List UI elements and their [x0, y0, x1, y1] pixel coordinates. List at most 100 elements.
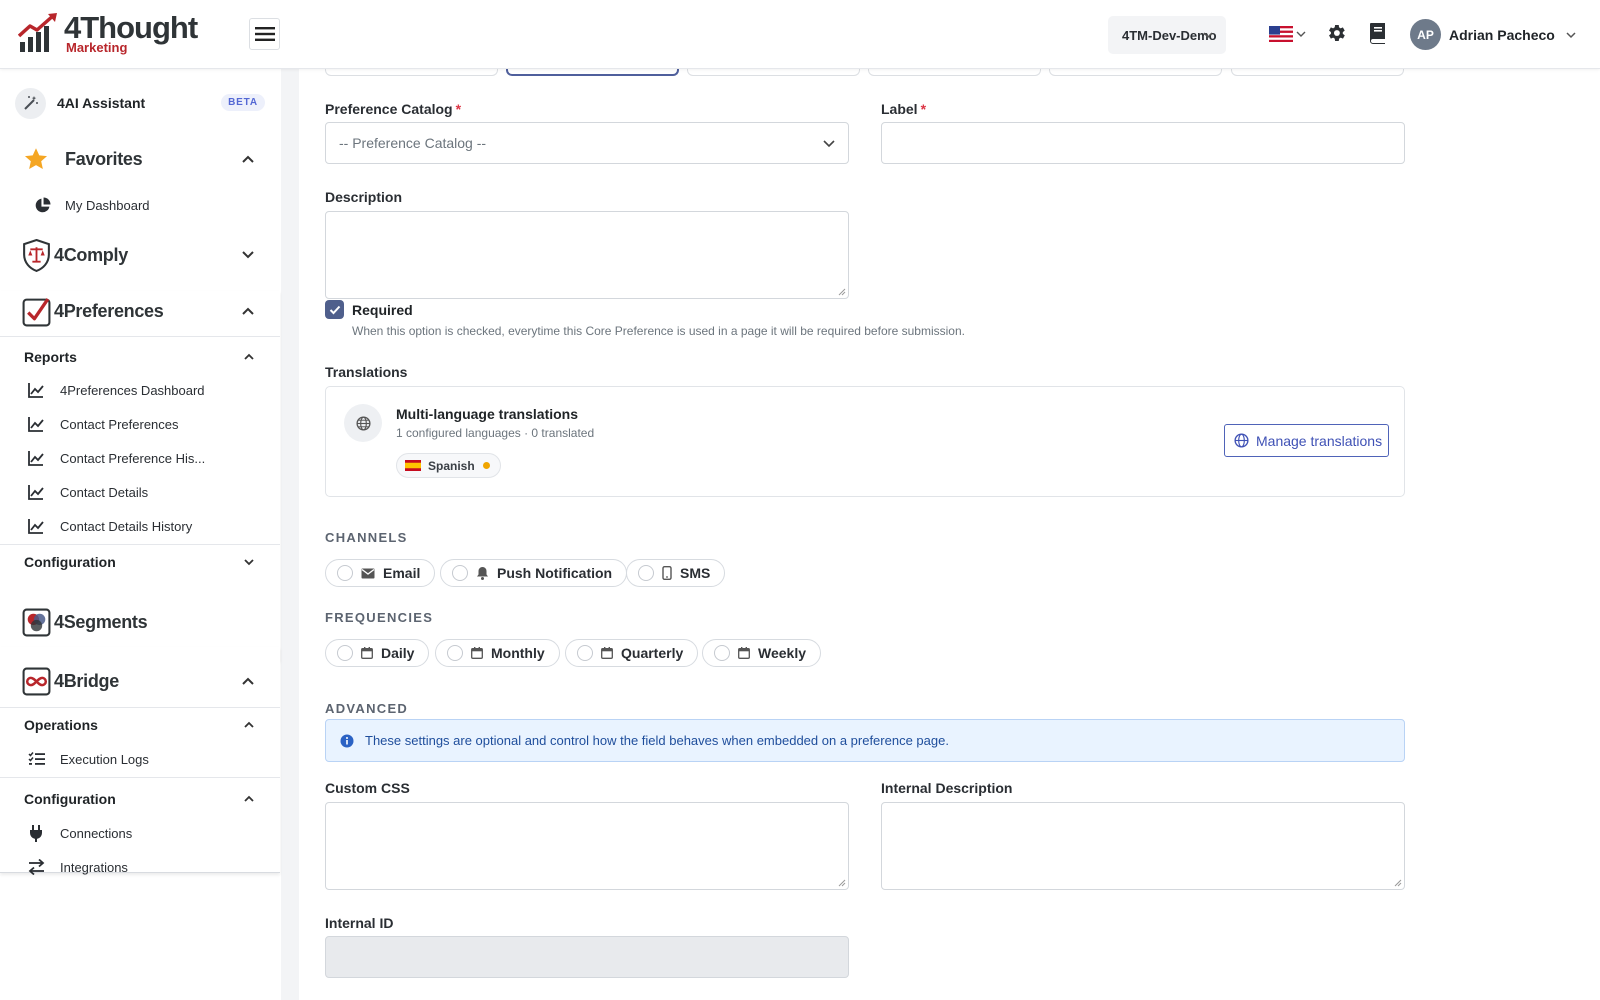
sidebar-item-label: Contact Preference His...: [60, 450, 206, 466]
chevron-up-icon: [244, 721, 254, 728]
spain-flag-icon: [405, 460, 421, 471]
list-check-icon: [28, 752, 45, 765]
frequency-daily-option[interactable]: Daily: [325, 639, 430, 667]
globe-icon: [1234, 433, 1249, 448]
line-chart-icon: [28, 519, 44, 534]
radio-button[interactable]: [638, 565, 654, 581]
sidebar-item-contact-details-history[interactable]: Contact Details History: [0, 514, 280, 538]
sidebar-item-label: Execution Logs: [60, 751, 149, 767]
sidebar-group-configuration[interactable]: Configuration: [0, 547, 280, 577]
chevron-up-icon: [244, 353, 254, 360]
radio-button[interactable]: [577, 645, 593, 661]
translations-label: Translations: [325, 364, 408, 380]
radio-button[interactable]: [337, 565, 353, 581]
calendar-icon: [471, 647, 483, 659]
channels-heading: CHANNELS: [325, 530, 408, 545]
language-chip-spanish[interactable]: Spanish: [396, 453, 501, 478]
bell-icon: [477, 567, 488, 580]
language-select[interactable]: [1269, 26, 1306, 42]
check-icon: [329, 305, 340, 314]
sidebar-item-4preferences-dashboard[interactable]: 4Preferences Dashboard: [0, 378, 280, 402]
calendar-icon: [361, 647, 373, 659]
radio-button[interactable]: [452, 565, 468, 581]
menu-toggle-button[interactable]: [249, 18, 280, 50]
frequency-quarterly-option[interactable]: Quarterly: [565, 639, 699, 667]
arrows-exchange-icon: [28, 859, 45, 875]
label-input[interactable]: [881, 122, 1405, 164]
language-chip-label: Spanish: [428, 458, 475, 473]
sidebar-item-integrations[interactable]: Integrations: [0, 855, 280, 879]
sidebar-item-execution-logs[interactable]: Execution Logs: [0, 747, 280, 771]
sidebar-item-label: Contact Details History: [60, 518, 193, 534]
sidebar-section-4segments[interactable]: 4Segments: [0, 603, 280, 641]
chevron-up-icon: [244, 795, 254, 802]
pie-chart-icon: [35, 197, 51, 212]
info-circle-icon: [340, 734, 354, 747]
frequency-label: Monthly: [491, 645, 545, 661]
sidebar-section-4preferences[interactable]: 4Preferences: [0, 293, 280, 329]
environment-select[interactable]: 4TM-Dev-Demo: [1108, 16, 1226, 54]
reports-label: Reports: [24, 349, 77, 365]
sidebar-item-label: Contact Preferences: [60, 416, 179, 432]
line-chart-icon: [28, 383, 44, 398]
configuration-label: Configuration: [24, 791, 116, 807]
configuration-label: Configuration: [24, 554, 116, 570]
sidebar-item-label: Contact Details: [60, 484, 149, 500]
custom-css-textarea[interactable]: [325, 802, 849, 890]
channel-sms-option[interactable]: SMS: [626, 559, 726, 587]
chevron-up-icon: [242, 307, 254, 315]
internal-description-textarea[interactable]: [881, 802, 1405, 890]
user-menu[interactable]: AP Adrian Pacheco: [1410, 19, 1577, 50]
sidebar-section-favorites[interactable]: Favorites: [0, 139, 280, 179]
sidebar-group-reports[interactable]: Reports: [0, 342, 280, 372]
chevron-down-icon: [244, 559, 254, 566]
sidebar-item-contact-preferences[interactable]: Contact Preferences: [0, 412, 280, 436]
channel-email-option[interactable]: Email: [325, 559, 436, 587]
translations-title: Multi-language translations: [396, 406, 579, 422]
sidebar-group-bridge-configuration[interactable]: Configuration: [0, 784, 280, 814]
translations-card: Multi-language translations 1 configured…: [325, 386, 1405, 497]
envelope-icon: [361, 568, 375, 578]
4preferences-label: 4Preferences: [54, 300, 164, 321]
checkmark-box-icon: [22, 297, 51, 326]
shield-scale-icon: [23, 238, 50, 272]
frequency-label: Daily: [381, 645, 415, 661]
gear-icon: [1329, 25, 1345, 41]
line-chart-icon: [28, 417, 44, 432]
4segments-label: 4Segments: [54, 611, 148, 632]
frequency-weekly-option[interactable]: Weekly: [702, 639, 821, 667]
frequency-monthly-option[interactable]: Monthly: [435, 639, 560, 667]
docs-button[interactable]: [1368, 22, 1388, 44]
brand-name: 4Thought: [64, 10, 198, 45]
brand-logo[interactable]: 4Thought Marketing: [18, 10, 198, 54]
manage-translations-label: Manage translations: [1256, 432, 1383, 449]
sidebar-item-ai-assistant[interactable]: 4AI Assistant BETA: [0, 85, 280, 121]
internal-description-label: Internal Description: [881, 780, 1013, 796]
required-checkbox[interactable]: [325, 300, 344, 319]
settings-button[interactable]: [1325, 22, 1347, 44]
label-field-label: Label *: [881, 101, 927, 117]
description-textarea[interactable]: [325, 211, 849, 299]
preference-catalog-select[interactable]: -- Preference Catalog --: [325, 122, 849, 164]
user-name: Adrian Pacheco: [1449, 26, 1555, 43]
sidebar-section-4comply[interactable]: 4Comply: [0, 236, 280, 274]
sidebar-item-connections[interactable]: Connections: [0, 821, 280, 845]
internal-id-input: [325, 936, 849, 978]
top-bar: 4Thought Marketing 4TM-Dev-Demo AP Adria…: [0, 0, 1600, 69]
globe-icon: [344, 404, 382, 442]
advanced-info-text: These settings are optional and control …: [365, 733, 949, 748]
sidebar-item-contact-preference-history[interactable]: Contact Preference His...: [0, 446, 280, 470]
required-checkbox-row[interactable]: Required: [325, 300, 413, 319]
sidebar-group-operations[interactable]: Operations: [0, 710, 280, 740]
channel-push-notification-option[interactable]: Push Notification: [440, 559, 628, 587]
sidebar-section-4bridge[interactable]: 4Bridge: [0, 662, 280, 700]
radio-button[interactable]: [337, 645, 353, 661]
sidebar-item-contact-details[interactable]: Contact Details: [0, 480, 280, 504]
radio-button[interactable]: [447, 645, 463, 661]
manage-translations-button[interactable]: Manage translations: [1224, 424, 1389, 457]
avatar: AP: [1410, 19, 1441, 50]
sidebar-item-my-dashboard[interactable]: My Dashboard: [0, 193, 280, 217]
radio-button[interactable]: [714, 645, 730, 661]
preference-catalog-label: Preference Catalog *: [325, 101, 462, 117]
frequency-label: Quarterly: [621, 645, 684, 661]
